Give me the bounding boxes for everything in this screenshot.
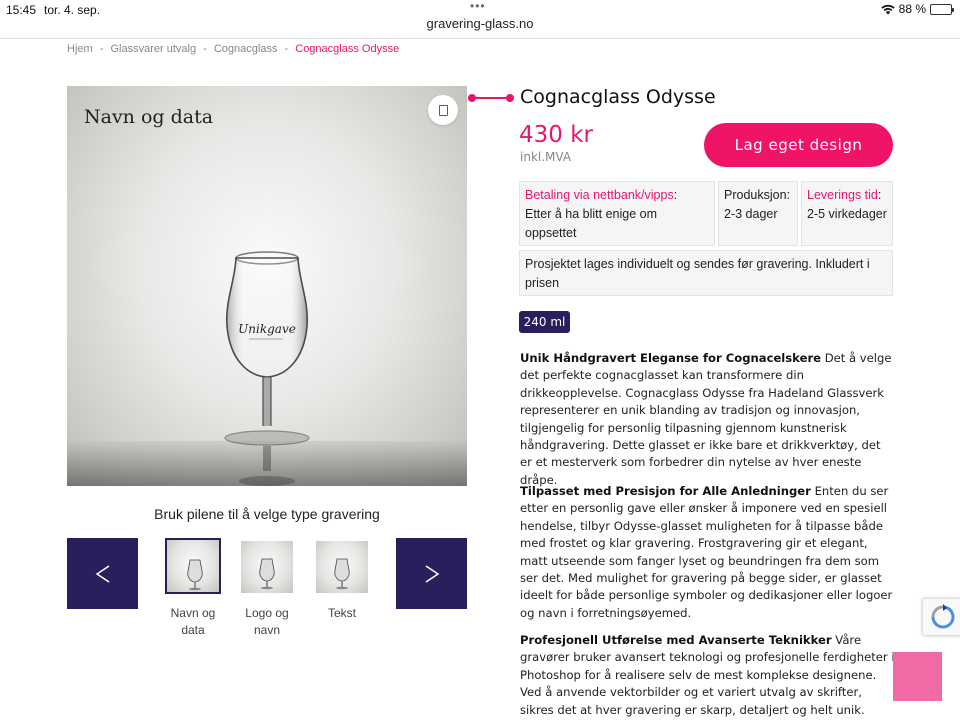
product-title: Cognacglass Odysse bbox=[520, 86, 716, 108]
chevron-right-icon bbox=[425, 564, 439, 583]
thumb-label[interactable]: Tekst bbox=[307, 605, 377, 622]
title-pointer-dot bbox=[468, 94, 476, 102]
status-right: 88 % bbox=[881, 2, 954, 16]
production-info: Produksjon: 2-3 dager bbox=[718, 181, 798, 246]
project-text: Prosjektet lages individuelt og sendes f… bbox=[525, 257, 870, 290]
recaptcha-badge[interactable] bbox=[922, 598, 960, 636]
description-paragraph: Profesjonell Utførelse med Avanserte Tek… bbox=[520, 632, 895, 719]
breadcrumb-home[interactable]: Hjem bbox=[67, 43, 93, 55]
production-text: 2-3 dager bbox=[724, 207, 778, 221]
description-heading: Tilpasset med Presisjon for Alle Anledni… bbox=[520, 484, 811, 498]
thumb-tekst[interactable] bbox=[316, 541, 368, 593]
battery-percent: 88 % bbox=[898, 2, 926, 16]
breadcrumb-separator: - bbox=[99, 43, 104, 55]
url-bar[interactable]: gravering-glass.no bbox=[0, 16, 960, 38]
next-button[interactable] bbox=[396, 538, 467, 609]
recaptcha-icon bbox=[931, 604, 955, 629]
description-text: Enten du ser etter en personlig gave ell… bbox=[520, 484, 893, 620]
breadcrumb: Hjem - Glassvarer utvalg - Cognacglass -… bbox=[67, 43, 403, 55]
payment-text: Etter å ha blitt enige om oppsettet bbox=[525, 207, 658, 240]
breadcrumb-current: Cognacglass Odysse bbox=[295, 43, 400, 55]
delivery-info: Leverings tid: 2-5 virkedager bbox=[801, 181, 893, 246]
prev-button[interactable] bbox=[67, 538, 138, 609]
description-text: Det å velge det perfekte cognacglasset k… bbox=[520, 351, 892, 487]
delivery-colon: : bbox=[877, 188, 882, 202]
product-image[interactable]: Navn og data Unikgave bbox=[67, 86, 467, 486]
breadcrumb-separator: - bbox=[284, 43, 289, 55]
breadcrumb-separator: - bbox=[203, 43, 207, 55]
description-paragraph: Unik Håndgravert Eleganse for Cognacelsk… bbox=[520, 350, 895, 489]
engraving-text: Unikgave bbox=[238, 322, 296, 336]
chevron-left-icon bbox=[95, 564, 109, 583]
url-text: gravering-glass.no bbox=[426, 16, 534, 31]
description-heading: Profesjonell Utførelse med Avanserte Tek… bbox=[520, 633, 832, 647]
delivery-label[interactable]: Leverings tid bbox=[807, 188, 878, 202]
glass-thumbnail bbox=[334, 558, 350, 590]
divider bbox=[0, 38, 960, 39]
breadcrumb-cognacglass[interactable]: Cognacglass bbox=[214, 43, 278, 55]
thumb-label[interactable]: Logo og navn bbox=[232, 605, 302, 639]
status-time: 15:45 bbox=[6, 3, 37, 17]
payment-info: Betaling via nettbank/vipps: Etter å ha … bbox=[519, 181, 715, 246]
payment-label[interactable]: Betaling via nettbank/vipps bbox=[525, 188, 674, 202]
vat-note: inkl.MVA bbox=[520, 150, 572, 164]
create-design-button[interactable]: Lag eget design bbox=[704, 123, 893, 167]
battery-icon bbox=[930, 3, 954, 15]
thumb-logo-og-navn[interactable] bbox=[241, 541, 293, 593]
chat-widget-button[interactable] bbox=[893, 652, 942, 701]
production-label: Produksjon: bbox=[724, 188, 791, 202]
project-info: Prosjektet lages individuelt og sendes f… bbox=[519, 250, 893, 296]
cognac-glass-illustration: Unikgave bbox=[67, 251, 467, 486]
thumb-label[interactable]: Navn og data bbox=[158, 605, 228, 639]
size-option[interactable]: 240 ml bbox=[519, 311, 570, 333]
wifi-icon bbox=[881, 4, 895, 14]
glass-thumbnail bbox=[187, 559, 203, 591]
glass-thumbnail bbox=[259, 558, 275, 590]
thumb-navn-og-data[interactable] bbox=[165, 538, 221, 594]
breadcrumb-glassware[interactable]: Glassvarer utvalg bbox=[110, 43, 196, 55]
product-price: 430 kr bbox=[519, 122, 593, 148]
engraving-instruction: Bruk pilene til å velge type gravering bbox=[154, 506, 380, 522]
multitask-dots-icon[interactable]: ••• bbox=[470, 0, 486, 13]
status-date: tor. 4. sep. bbox=[44, 3, 101, 17]
description-heading: Unik Håndgravert Eleganse for Cognacelsk… bbox=[520, 351, 822, 365]
payment-colon: : bbox=[673, 188, 678, 202]
title-pointer-line bbox=[472, 97, 510, 99]
description-paragraph: Tilpasset med Presisjon for Alle Anledni… bbox=[520, 483, 895, 622]
delivery-text: 2-5 virkedager bbox=[807, 207, 887, 221]
title-pointer-dot bbox=[506, 94, 514, 102]
